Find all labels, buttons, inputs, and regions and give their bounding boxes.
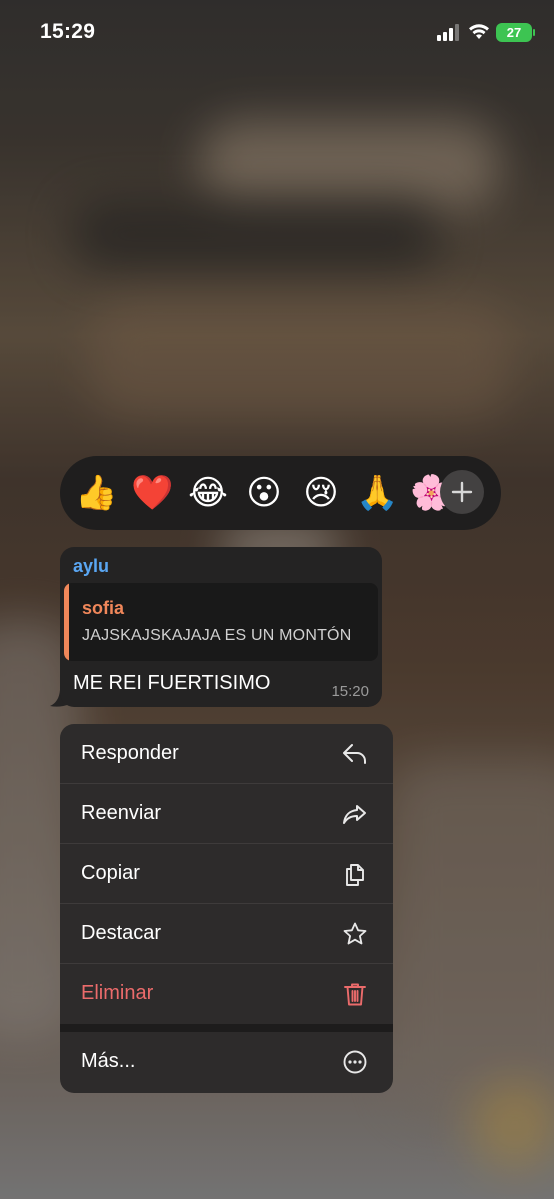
menu-item-label: Copiar bbox=[81, 862, 140, 884]
reply-icon bbox=[343, 744, 366, 764]
reaction-pray[interactable]: 🙏 bbox=[356, 473, 398, 513]
menu-item-responder[interactable]: Responder bbox=[60, 724, 393, 784]
message-context-menu: Responder Reenviar Copiar Destacar Elimi… bbox=[60, 724, 393, 1093]
menu-item-mas[interactable]: Más... bbox=[60, 1032, 393, 1092]
reaction-thumbs-up[interactable]: 👍 bbox=[75, 473, 117, 513]
menu-item-label: Eliminar bbox=[81, 982, 154, 1004]
more-icon bbox=[343, 1050, 367, 1074]
reaction-heart[interactable]: ❤️ bbox=[131, 473, 173, 513]
message-time: 15:20 bbox=[331, 683, 369, 700]
menu-item-eliminar[interactable]: Eliminar bbox=[60, 964, 393, 1024]
quoted-message-text: JAJSKAJSKAJAJA ES UN MONTÓN bbox=[82, 627, 352, 644]
battery-level: 27 bbox=[506, 25, 522, 40]
add-reaction-button[interactable] bbox=[440, 470, 484, 514]
sender-name: aylu bbox=[73, 556, 110, 576]
menu-item-destacar[interactable]: Destacar bbox=[60, 904, 393, 964]
wifi-icon bbox=[469, 24, 489, 39]
menu-item-copiar[interactable]: Copiar bbox=[60, 844, 393, 904]
forward-icon bbox=[343, 805, 366, 824]
trash-icon bbox=[344, 983, 366, 1006]
menu-item-label: Destacar bbox=[81, 922, 162, 944]
copy-icon bbox=[346, 864, 364, 886]
status-time: 15:29 bbox=[40, 20, 96, 43]
quoted-sender-name: sofia bbox=[82, 598, 125, 618]
reaction-picker: 👍 ❤️ 😂 😮 😢 🙏 🌸 bbox=[60, 456, 501, 530]
cellular-signal-icon bbox=[437, 24, 461, 41]
menu-item-label: Más... bbox=[81, 1050, 136, 1072]
menu-item-label: Reenviar bbox=[81, 802, 162, 824]
status-bar: 15:29 27 bbox=[0, 0, 554, 66]
quoted-reply[interactable]: sofia JAJSKAJSKAJAJA ES UN MONTÓN bbox=[64, 583, 378, 661]
menu-item-reenviar[interactable]: Reenviar bbox=[60, 784, 393, 844]
reaction-crying[interactable]: 😢 bbox=[300, 473, 342, 513]
quote-accent-bar bbox=[64, 583, 69, 661]
message-bubble[interactable]: aylu sofia JAJSKAJSKAJAJA ES UN MONTÓN M… bbox=[60, 547, 382, 707]
star-icon bbox=[343, 922, 367, 945]
menu-group-divider bbox=[60, 1024, 393, 1032]
battery-icon: 27 bbox=[496, 23, 535, 42]
reaction-laughing[interactable]: 😂 bbox=[187, 473, 229, 513]
message-text: ME REI FUERTISIMO bbox=[73, 672, 271, 694]
plus-icon bbox=[451, 481, 473, 503]
reaction-surprised[interactable]: 😮 bbox=[243, 473, 285, 513]
menu-item-label: Responder bbox=[81, 742, 179, 764]
